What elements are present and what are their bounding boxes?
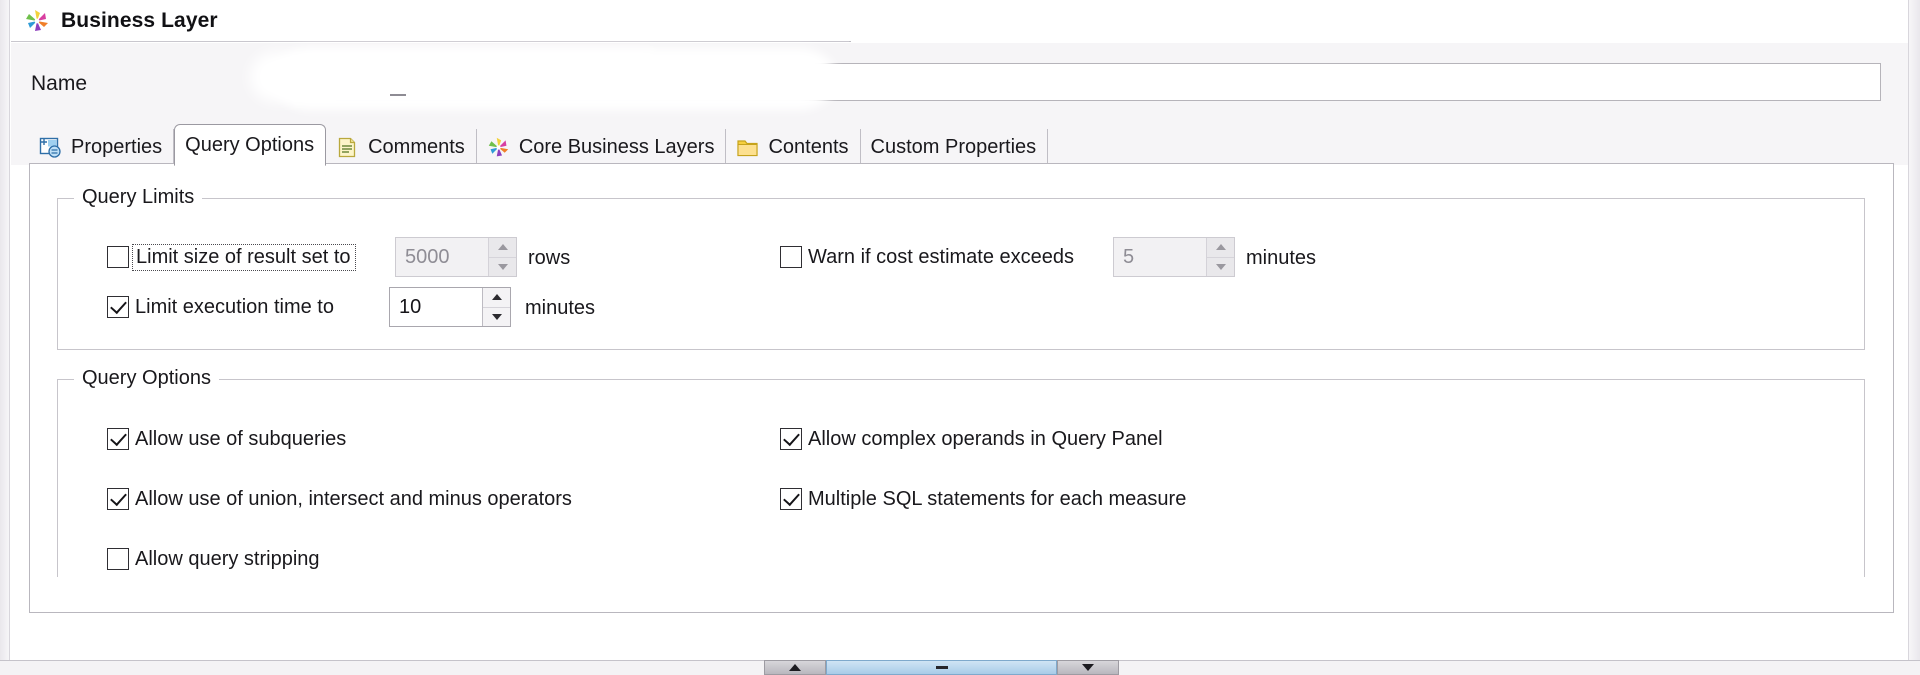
allow-query-stripping-checkbox[interactable]: [107, 548, 129, 570]
tab-label: Core Business Layers: [518, 136, 715, 158]
limit-execution-time-value[interactable]: 10: [390, 288, 482, 326]
spinner-up-button[interactable]: [1207, 238, 1234, 258]
warn-cost-estimate-unit: minutes: [1246, 247, 1317, 269]
tab-query-options[interactable]: Query Options: [174, 124, 327, 166]
query-options-panel: Query Limits Limit size of result set to…: [29, 163, 1894, 613]
warn-cost-estimate-value[interactable]: 5: [1114, 238, 1206, 276]
allow-complex-operands-checkbox[interactable]: [780, 428, 802, 450]
window-titlebar: Business Layer: [11, 0, 851, 42]
tab-label: Contents: [768, 136, 849, 158]
allow-subqueries-label: Allow use of subqueries: [135, 428, 347, 450]
triangle-down-icon: [1082, 664, 1094, 671]
spinner-up-button[interactable]: [483, 288, 510, 308]
warn-cost-estimate-spinner[interactable]: 5: [1113, 237, 1235, 277]
tab-label: Custom Properties: [870, 136, 1037, 158]
spinner-down-button[interactable]: [1207, 258, 1234, 277]
allow-union-intersect-minus-label: Allow use of union, intersect and minus …: [135, 488, 572, 510]
spinner-buttons: [1206, 238, 1234, 276]
triangle-up-icon: [789, 664, 801, 671]
multiple-sql-statements-checkbox[interactable]: [780, 488, 802, 510]
limit-execution-time-row[interactable]: Limit execution time to: [107, 292, 334, 322]
warn-cost-estimate-checkbox[interactable]: [780, 246, 802, 268]
multiple-sql-statements-label: Multiple SQL statements for each measure: [808, 488, 1187, 510]
spinner-down-button[interactable]: [483, 308, 510, 327]
tab-comments[interactable]: Comments: [326, 129, 477, 165]
limit-result-set-checkbox[interactable]: [107, 246, 129, 268]
comments-icon: [336, 136, 359, 159]
query-limits-group: Query Limits Limit size of result set to…: [57, 186, 1865, 350]
window-right-edge: [1908, 0, 1920, 660]
name-label: Name: [31, 72, 88, 95]
allow-subqueries-checkbox[interactable]: [107, 428, 129, 450]
allow-union-intersect-minus-checkbox[interactable]: [107, 488, 129, 510]
window-left-edge: [0, 0, 10, 660]
multiple-sql-statements-row[interactable]: Multiple SQL statements for each measure: [780, 484, 1186, 514]
star-burst-icon: [487, 136, 510, 159]
allow-query-stripping-row[interactable]: Allow query stripping: [107, 544, 320, 574]
limit-execution-time-unit: minutes: [525, 297, 596, 319]
name-cursor-mark: [390, 94, 406, 96]
limit-result-set-unit: rows: [528, 247, 571, 269]
limit-execution-time-label: Limit execution time to: [135, 296, 334, 318]
name-redaction-overlay-2: [250, 52, 670, 102]
tab-core-business-layers[interactable]: Core Business Layers: [477, 129, 727, 165]
spinner-up-button[interactable]: [489, 238, 516, 258]
allow-union-intersect-minus-row[interactable]: Allow use of union, intersect and minus …: [107, 484, 572, 514]
query-options-title: Query Options: [74, 367, 219, 390]
tab-contents[interactable]: Contents: [726, 129, 861, 165]
scroll-right-button[interactable]: [1057, 660, 1119, 675]
tab-strip: Properties Query Options Comments Core B…: [11, 121, 1908, 166]
spinner-buttons: [482, 288, 510, 326]
query-limits-title: Query Limits: [74, 186, 203, 209]
allow-subqueries-row[interactable]: Allow use of subqueries: [107, 424, 346, 454]
limit-execution-time-spinner[interactable]: 10: [389, 287, 511, 327]
business-layer-window: Business Layer Name Properties Query Opt…: [0, 0, 1920, 675]
tab-custom-properties[interactable]: Custom Properties: [861, 129, 1049, 165]
warn-cost-estimate-label: Warn if cost estimate exceeds: [808, 246, 1075, 268]
scrollbar-thumb[interactable]: [826, 660, 1057, 675]
allow-complex-operands-row[interactable]: Allow complex operands in Query Panel: [780, 424, 1163, 454]
limit-result-set-spinner[interactable]: 5000: [395, 237, 517, 277]
allow-complex-operands-label: Allow complex operands in Query Panel: [808, 428, 1163, 450]
horizontal-scrollbar[interactable]: [764, 660, 1119, 675]
limit-execution-time-checkbox[interactable]: [107, 296, 129, 318]
tab-label: Comments: [368, 136, 465, 158]
spinner-down-button[interactable]: [489, 258, 516, 277]
limit-result-set-value[interactable]: 5000: [396, 238, 488, 276]
tab-label: Query Options: [185, 134, 315, 156]
window-title: Business Layer: [61, 8, 218, 32]
scroll-left-button[interactable]: [764, 660, 826, 675]
allow-query-stripping-label: Allow query stripping: [135, 548, 320, 570]
limit-result-set-label: Limit size of result set to: [132, 243, 356, 271]
titlebar-divider: [11, 41, 849, 42]
star-burst-icon: [24, 8, 50, 34]
folder-icon: [736, 136, 759, 159]
tab-properties[interactable]: Properties: [29, 129, 175, 165]
limit-result-set-row[interactable]: Limit size of result set to: [107, 242, 356, 272]
query-options-group: Query Options Allow use of subqueries Al…: [57, 367, 1865, 577]
spinner-buttons: [488, 238, 516, 276]
properties-icon: [39, 136, 62, 159]
tab-label: Properties: [71, 136, 163, 158]
warn-cost-estimate-row[interactable]: Warn if cost estimate exceeds: [780, 242, 1074, 272]
